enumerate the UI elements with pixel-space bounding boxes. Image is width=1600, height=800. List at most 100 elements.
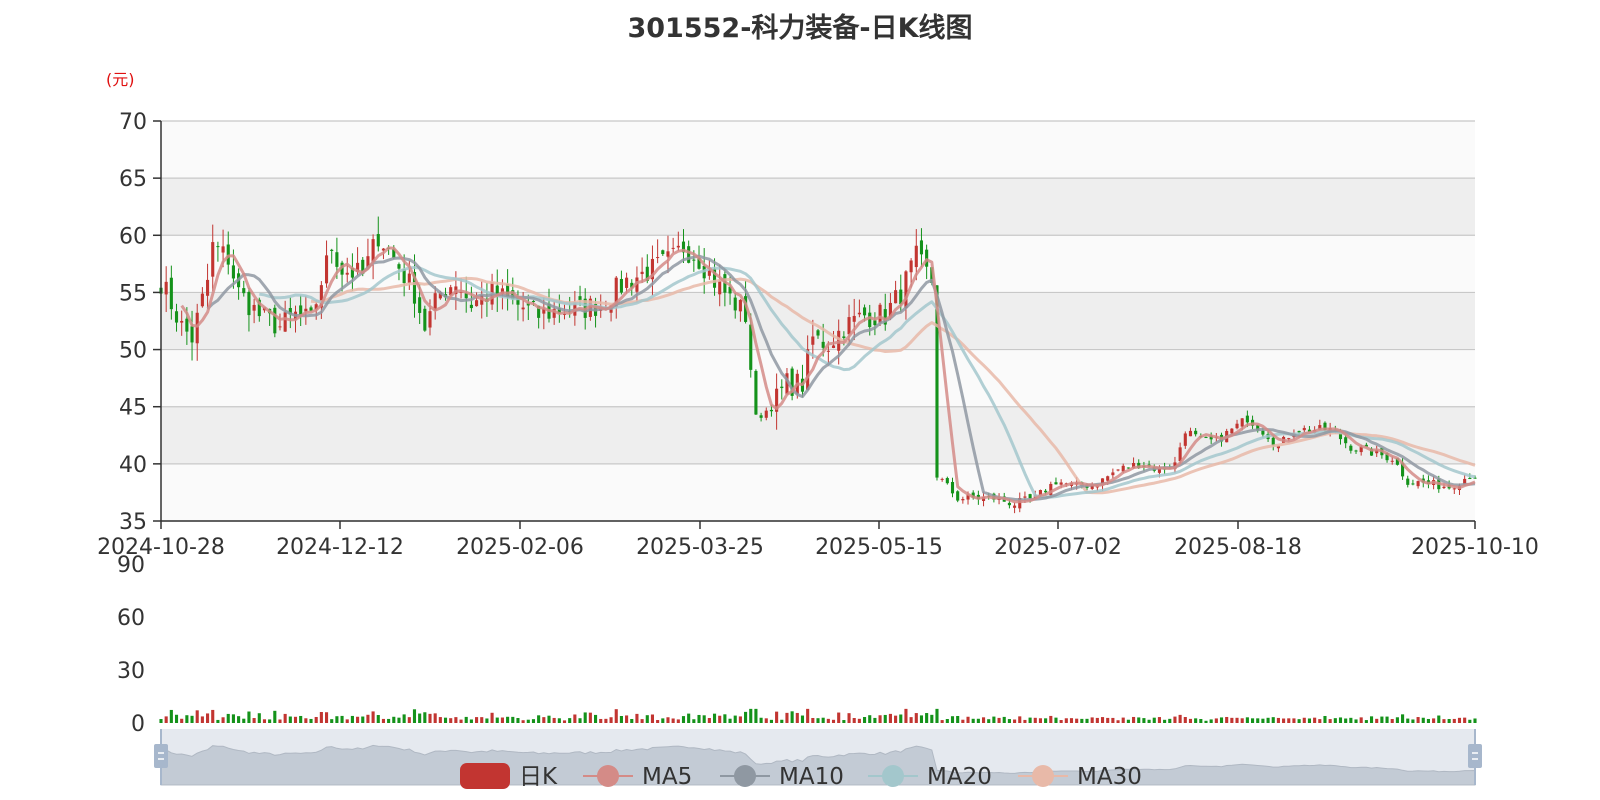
candle-body	[1245, 415, 1249, 423]
candle-body	[190, 326, 194, 343]
candle-body	[469, 304, 473, 309]
candle-body	[1468, 477, 1472, 480]
volume-bar	[1457, 717, 1462, 723]
volume-bar	[1049, 715, 1053, 723]
candle-body	[221, 246, 225, 253]
volume-bar	[749, 708, 753, 723]
volume-bar	[568, 718, 572, 723]
volume-bar	[904, 708, 908, 723]
volume-bar	[1282, 718, 1286, 723]
volume-bar	[200, 716, 204, 723]
candle-body	[330, 249, 334, 251]
candle-body	[811, 336, 815, 345]
volume-bar	[1240, 718, 1244, 723]
volume-bar	[1059, 720, 1063, 723]
legend-dot-icon	[597, 765, 619, 787]
volume-bar	[356, 716, 360, 723]
candle-body	[671, 247, 675, 249]
grid-band	[161, 121, 1475, 179]
volume-bar	[1225, 716, 1229, 723]
volume-bar	[1018, 716, 1022, 723]
volume-bar	[800, 715, 805, 723]
volume-bar	[500, 717, 504, 723]
candle-body	[475, 300, 479, 307]
volume-bar	[692, 719, 696, 723]
volume-bar	[475, 717, 479, 723]
volume-bar	[547, 715, 551, 723]
volume-bar	[583, 712, 587, 723]
volume-bar	[1390, 718, 1394, 723]
volume-bar	[971, 718, 975, 723]
volume-bar	[464, 716, 468, 723]
candle-body	[831, 345, 836, 348]
candle-body	[863, 307, 867, 316]
volume-bar	[283, 713, 287, 723]
volume-bar	[1442, 719, 1446, 723]
volume-bar	[733, 715, 737, 723]
volume-bar	[599, 718, 603, 723]
volume-bar	[1416, 717, 1420, 723]
legend-dot-icon	[1032, 765, 1054, 787]
x-tick-label: 2025-07-02	[994, 535, 1122, 560]
volume-bar	[288, 716, 292, 723]
volume-bar	[1121, 717, 1125, 723]
candle-body	[1297, 430, 1301, 433]
volume-bar	[340, 715, 344, 723]
volume-bar	[174, 714, 179, 723]
candle-body	[894, 290, 898, 304]
candle-body	[1230, 428, 1234, 434]
candle-body	[1406, 478, 1410, 485]
legend-item[interactable]: 日K	[460, 763, 558, 790]
y-tick-label: 40	[119, 453, 147, 478]
volume-bar	[625, 715, 629, 723]
volume-bar	[837, 712, 841, 723]
volume-bar	[1157, 717, 1161, 723]
volume-bar	[987, 719, 991, 723]
candle-body	[1007, 502, 1011, 506]
candle-body	[692, 259, 696, 261]
volume-bar	[831, 719, 836, 723]
volume-bar	[609, 717, 613, 723]
candle-body	[242, 288, 246, 294]
volume-bar	[335, 716, 339, 723]
legend-label: MA10	[779, 764, 844, 790]
volume-bar	[273, 710, 277, 723]
volume-tick-label: 0	[131, 712, 145, 737]
candle-body	[1023, 496, 1027, 498]
volume-bar	[976, 718, 980, 723]
legend-label: MA20	[927, 764, 992, 790]
volume-bar	[412, 709, 417, 723]
legend-item[interactable]: MA20	[868, 764, 992, 790]
volume-bar	[423, 712, 427, 723]
candle-body	[1302, 427, 1306, 431]
candle-body	[1204, 437, 1208, 439]
candle-body	[324, 255, 329, 284]
volume-bar	[1354, 719, 1358, 723]
volume-bar	[883, 714, 887, 723]
legend-label: MA5	[642, 764, 692, 790]
candle-body	[1183, 433, 1187, 446]
volume-bar	[1163, 719, 1167, 723]
candle-body	[950, 481, 955, 494]
candle-body	[164, 281, 168, 295]
volume-bar	[656, 720, 660, 723]
volume-bar	[469, 719, 473, 723]
candle-body	[1287, 438, 1291, 440]
volume-bar	[1069, 718, 1074, 723]
candle	[956, 490, 960, 503]
candle-body	[909, 260, 913, 273]
x-tick-label: 2025-05-15	[815, 535, 943, 560]
volume-bar	[1038, 718, 1043, 723]
legend-item[interactable]: MA30	[1018, 764, 1142, 790]
legend-dot-icon	[734, 765, 756, 787]
volume-bar	[925, 713, 929, 723]
volume-bar	[221, 717, 225, 723]
x-tick-label: 2025-02-06	[456, 535, 584, 560]
volume-bar	[1261, 718, 1265, 723]
volume-bar	[1054, 717, 1058, 723]
candle-body	[847, 317, 851, 335]
volume-chart: 0306090	[117, 553, 1477, 737]
y-tick-label: 55	[119, 281, 147, 306]
legend-item[interactable]: MA10	[720, 764, 844, 790]
volume-bar	[1250, 718, 1255, 723]
